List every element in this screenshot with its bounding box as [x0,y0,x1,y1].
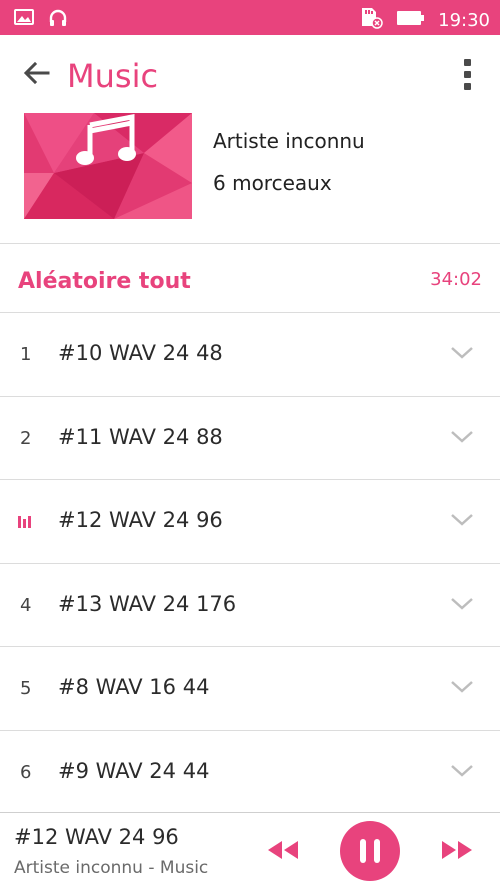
status-time: 19:30 [438,10,490,31]
track-row[interactable]: 5 #8 WAV 16 44 [0,647,500,731]
rewind-icon [266,839,300,866]
chevron-down-icon[interactable] [450,679,474,695]
track-number: 4 [20,594,32,616]
album-track-count: 6 morceaux [213,171,332,195]
album-artist: Artiste inconnu [213,129,365,153]
chevron-down-icon[interactable] [450,512,474,528]
track-title: #11 WAV 24 88 [58,424,223,449]
overflow-menu-button[interactable] [452,55,482,93]
status-bar: 19:30 [0,0,500,35]
back-button[interactable] [16,55,56,95]
track-title: #9 WAV 24 44 [58,758,210,783]
rewind-button[interactable] [264,837,302,867]
now-playing-subtitle: Artiste inconnu - Music [14,858,209,878]
fast-forward-button[interactable] [438,837,476,867]
overflow-menu-icon [463,58,471,66]
app-bar: Music [0,35,500,113]
track-number: 5 [20,678,32,699]
status-left-icons [14,8,68,33]
track-number: 6 [20,761,32,783]
track-title: #12 WAV 24 96 [58,508,223,532]
page-title: Music [67,57,159,95]
total-duration: 34:02 [430,269,482,290]
now-playing-bars-icon [18,516,32,528]
shuffle-all-button[interactable]: Aléatoire tout 34:02 [0,245,500,313]
pause-button[interactable] [340,821,400,881]
track-number: 1 [20,344,32,365]
divider [0,243,500,244]
headset-icon [48,8,68,33]
track-title: #13 WAV 24 176 [58,591,237,616]
pause-icon [356,839,384,863]
shuffle-all-label: Aléatoire tout [18,269,191,294]
fast-forward-icon [440,839,474,866]
track-row[interactable]: 6 #9 WAV 24 44 [0,731,500,814]
chevron-down-icon[interactable] [450,763,474,779]
track-row-now-playing[interactable]: #12 WAV 24 96 [0,480,500,564]
now-playing-title: #12 WAV 24 96 [14,825,179,849]
battery-icon [396,9,426,32]
music-note-icon [76,113,140,174]
track-title: #10 WAV 24 48 [58,341,223,365]
album-header: Artiste inconnu 6 morceaux [0,113,500,243]
back-arrow-icon [22,61,50,90]
now-playing-bar[interactable]: #12 WAV 24 96 Artiste inconnu - Music [0,812,500,889]
sd-card-icon [358,6,384,35]
album-art [24,113,192,219]
track-title: #8 WAV 16 44 [58,675,210,699]
track-row[interactable]: 4 #13 WAV 24 176 [0,564,500,647]
chevron-down-icon[interactable] [450,429,474,445]
track-list: 1 #10 WAV 24 48 2 #11 WAV 24 88 #12 WAV … [0,313,500,814]
track-row[interactable]: 2 #11 WAV 24 88 [0,397,500,480]
gallery-icon [14,8,34,33]
track-number: 2 [20,427,32,449]
track-row[interactable]: 1 #10 WAV 24 48 [0,313,500,397]
chevron-down-icon[interactable] [450,345,474,361]
status-right-icons: 19:30 [358,6,490,35]
chevron-down-icon[interactable] [450,596,474,612]
